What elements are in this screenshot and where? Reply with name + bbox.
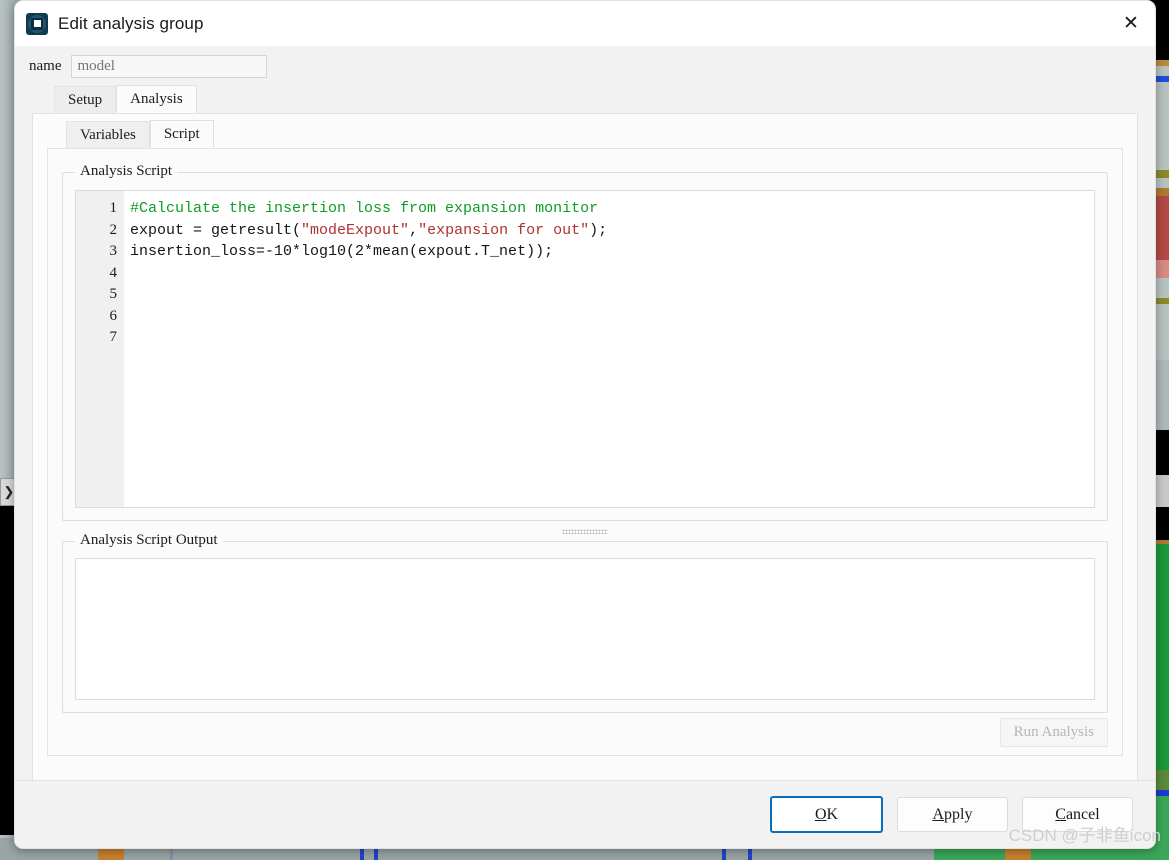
splitter-grip-icon	[562, 528, 608, 534]
tab-setup[interactable]: Setup	[54, 86, 117, 113]
tab-variables[interactable]: Variables	[66, 121, 150, 148]
script-tab-panel: Analysis Script 1 2 3 4 5 6 7 #Calculate the i…	[47, 148, 1123, 756]
code-line: insertion_loss=-10*log10(2*mean(expout.T…	[130, 241, 1094, 263]
title-bar: Edit analysis group ✕	[15, 1, 1155, 46]
code-token: #Calculate the insertion loss from expan…	[130, 200, 599, 217]
screen: ❯ Edit analysis group ✕ name model Setup…	[0, 0, 1169, 860]
script-editor[interactable]: 1 2 3 4 5 6 7 #Calculate the insertion loss fr…	[75, 190, 1095, 508]
analysis-script-output-group-title: Analysis Script Output	[75, 532, 223, 549]
line-number: 3	[109, 243, 118, 259]
analysis-script-output-group: Analysis Script Output	[62, 532, 1108, 713]
code-token: expout = getresult(	[130, 221, 302, 239]
line-number: 4	[109, 264, 118, 281]
line-number-gutter: 1 2 3 4 5 6 7	[76, 191, 124, 507]
code-token: );	[589, 221, 608, 239]
analysis-tab-panel: Variables Script Analysis Script 1 2 3 4 5 6 7…	[32, 113, 1138, 795]
name-input[interactable]	[71, 55, 268, 78]
code-token: "modeExpout"	[301, 221, 410, 239]
apply-button-label-rest: pply	[944, 805, 973, 823]
code-line: #Calculate the insertion loss from expan…	[130, 198, 1094, 220]
cancel-button-label-rest: ancel	[1065, 805, 1100, 823]
apply-button-mnemonic: A	[932, 805, 945, 823]
run-analysis-button[interactable]: Run Analysis	[999, 718, 1108, 747]
edit-analysis-group-dialog: Edit analysis group ✕ name Setup Analysi…	[14, 0, 1156, 849]
analysis-script-group-title: Analysis Script	[75, 163, 178, 180]
window-title: Edit analysis group	[58, 13, 204, 33]
code-token: ,	[409, 221, 419, 239]
code-token: insertion_loss=-10*log10(2*mean(expout.T…	[130, 243, 554, 260]
ok-button-mnemonic: O	[814, 805, 827, 823]
cancel-button[interactable]: Cancel	[1022, 797, 1133, 832]
line-number: 7	[109, 329, 118, 345]
analysis-script-group: Analysis Script 1 2 3 4 5 6 7 #Calculate the i…	[62, 163, 1108, 521]
ok-button-label-rest: K	[826, 805, 839, 823]
inner-tab-bar: Variables Script	[33, 114, 1137, 148]
app-icon	[26, 12, 48, 35]
line-number: 1	[109, 200, 118, 216]
code-token: "expansion for out"	[418, 221, 590, 239]
tab-script[interactable]: Script	[149, 120, 214, 148]
analysis-script-output[interactable]	[75, 558, 1095, 700]
line-number: 2	[109, 221, 118, 238]
apply-button[interactable]: Apply	[897, 797, 1008, 832]
dialog-button-bar: OK Apply Cancel	[15, 780, 1155, 848]
close-icon[interactable]: ✕	[1107, 1, 1155, 46]
line-number: 6	[109, 307, 118, 324]
tab-analysis[interactable]: Analysis	[116, 85, 197, 113]
code-line: expout = getresult("modeExpout","expansi…	[130, 220, 1094, 242]
cancel-button-mnemonic: C	[1055, 805, 1066, 823]
outer-tab-bar: Setup Analysis	[15, 85, 1155, 113]
ok-button[interactable]: OK	[770, 796, 883, 833]
name-label: name	[29, 58, 62, 74]
run-analysis-row: Run Analysis	[999, 718, 1108, 747]
line-number: 5	[109, 286, 118, 302]
script-code[interactable]: #Calculate the insertion loss from expan…	[124, 191, 1094, 507]
name-row: name	[15, 46, 1155, 87]
